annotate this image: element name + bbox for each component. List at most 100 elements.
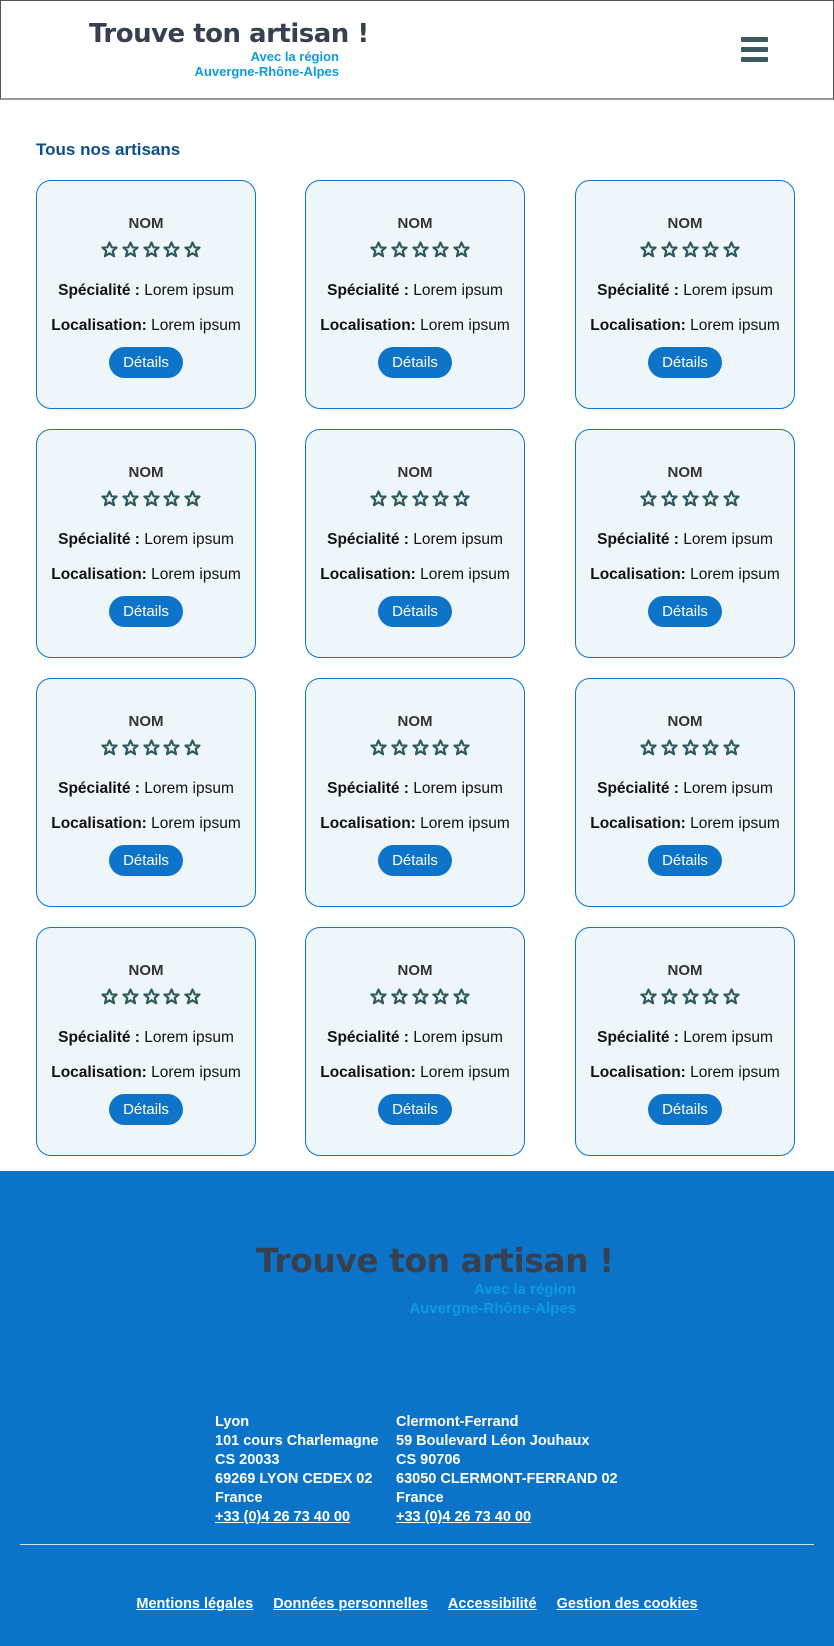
legal-notice-link[interactable]: Mentions légales [136,1596,253,1612]
details-button[interactable]: Détails [378,1094,452,1125]
speciality-value: Lorem ipsum [144,282,234,299]
footer-links: Mentions légales Données personnelles Ac… [0,1596,834,1612]
speciality-value: Lorem ipsum [413,531,503,548]
star-outline-icon [432,739,449,757]
details-button[interactable]: Détails [648,1094,722,1125]
details-button[interactable]: Détails [378,347,452,378]
phone-link[interactable]: +33 (0)4 26 73 40 00 [396,1509,531,1525]
star-outline-icon [702,739,719,757]
star-outline-icon [681,988,699,1006]
details-button[interactable]: Détails [109,347,183,378]
address-cs: CS 20033 [215,1452,280,1468]
star-outline-icon [122,739,139,757]
logo-title: Trouve ton artisan ! [89,19,369,49]
artisan-card: NOM Spécialité : Lorem ipsum Localisation:… [305,678,525,907]
star-outline-icon [163,739,180,757]
site-logo[interactable]: Trouve ton artisan ! Avec la région Auve… [89,19,369,79]
location-value: Lorem ipsum [151,566,241,583]
star-outline-icon [432,490,449,508]
artisan-name: NOM [667,215,703,232]
star-outline-icon [640,739,657,757]
rating-stars [101,241,201,259]
speciality-line: Spécialité : Lorem ipsum [576,1029,794,1047]
speciality-value: Lorem ipsum [683,1029,773,1046]
personal-data-link[interactable]: Données personnelles [273,1596,428,1612]
speciality-label: Spécialité : [58,531,140,548]
address-cs: CS 90706 [396,1452,461,1468]
star-outline-icon [661,490,678,508]
speciality-label: Spécialité : [327,531,409,548]
star-outline-icon [184,739,201,757]
star-outline-icon [432,988,449,1006]
star-outline-icon [142,241,160,259]
star-outline-icon [661,739,678,757]
location-line: Localisation: Lorem ipsum [37,317,255,335]
location-value: Lorem ipsum [151,1064,241,1081]
logo-subtitle-name: Auvergne-Rhône-Alpes [194,64,339,79]
speciality-label: Spécialité : [58,1029,140,1046]
speciality-value: Lorem ipsum [144,531,234,548]
details-button[interactable]: Détails [378,596,452,627]
speciality-line: Spécialité : Lorem ipsum [37,531,255,549]
location-value: Lorem ipsum [690,566,780,583]
artisan-name: NOM [667,713,703,730]
star-outline-icon [723,241,740,259]
details-button[interactable]: Détails [109,596,183,627]
details-button[interactable]: Détails [378,845,452,876]
star-outline-icon [122,241,139,259]
location-line: Localisation: Lorem ipsum [576,1064,794,1082]
footer-logo-title: Trouve ton artisan ! [256,1241,614,1280]
artisan-card: NOM Spécialité : Lorem ipsum Localisation:… [305,429,525,658]
speciality-line: Spécialité : Lorem ipsum [576,780,794,798]
location-label: Localisation: [51,317,147,334]
star-outline-icon [391,988,408,1006]
location-value: Lorem ipsum [420,566,510,583]
speciality-label: Spécialité : [327,282,409,299]
details-button[interactable]: Détails [109,845,183,876]
speciality-line: Spécialité : Lorem ipsum [37,780,255,798]
artisan-card: NOM Spécialité : Lorem ipsum Localisation:… [575,678,795,907]
speciality-value: Lorem ipsum [144,780,234,797]
location-label: Localisation: [51,1064,147,1081]
details-button[interactable]: Détails [109,1094,183,1125]
artisan-name: NOM [128,713,164,730]
speciality-line: Spécialité : Lorem ipsum [37,1029,255,1047]
rating-stars [370,490,470,508]
phone-link[interactable]: +33 (0)4 26 73 40 00 [215,1509,350,1525]
star-outline-icon [411,490,429,508]
address-street: 59 Boulevard Léon Jouhaux [396,1433,590,1449]
star-outline-icon [453,988,470,1006]
hamburger-menu-icon[interactable] [741,37,768,63]
footer-logo-subtitle-region: Avec la région [474,1281,576,1298]
speciality-line: Spécialité : Lorem ipsum [306,531,524,549]
address-city: Lyon [215,1414,250,1430]
accessibility-link[interactable]: Accessibilité [448,1596,537,1612]
details-button[interactable]: Détails [648,596,722,627]
details-button[interactable]: Détails [648,845,722,876]
location-line: Localisation: Lorem ipsum [306,815,524,833]
details-button[interactable]: Détails [648,347,722,378]
star-outline-icon [681,739,699,757]
speciality-value: Lorem ipsum [413,282,503,299]
cookie-management-link[interactable]: Gestion des cookies [557,1596,698,1612]
address-clermont-ferrand: Clermont-Ferrand 59 Boulevard Léon Jouha… [396,1413,618,1527]
star-outline-icon [391,739,408,757]
artisan-card: NOM Spécialité : Lorem ipsum Localisation:… [36,678,256,907]
speciality-line: Spécialité : Lorem ipsum [576,531,794,549]
star-outline-icon [142,988,160,1006]
location-value: Lorem ipsum [420,317,510,334]
star-outline-icon [411,241,429,259]
star-outline-icon [101,988,118,1006]
footer-divider [20,1544,814,1545]
star-outline-icon [723,739,740,757]
star-outline-icon [640,988,657,1006]
location-value: Lorem ipsum [690,815,780,832]
footer-logo[interactable]: Trouve ton artisan ! Avec la région Auve… [256,1241,614,1318]
location-value: Lorem ipsum [690,1064,780,1081]
location-label: Localisation: [590,815,686,832]
artisan-name: NOM [667,464,703,481]
location-value: Lorem ipsum [690,317,780,334]
star-outline-icon [702,490,719,508]
location-line: Localisation: Lorem ipsum [37,1064,255,1082]
rating-stars [370,988,470,1006]
